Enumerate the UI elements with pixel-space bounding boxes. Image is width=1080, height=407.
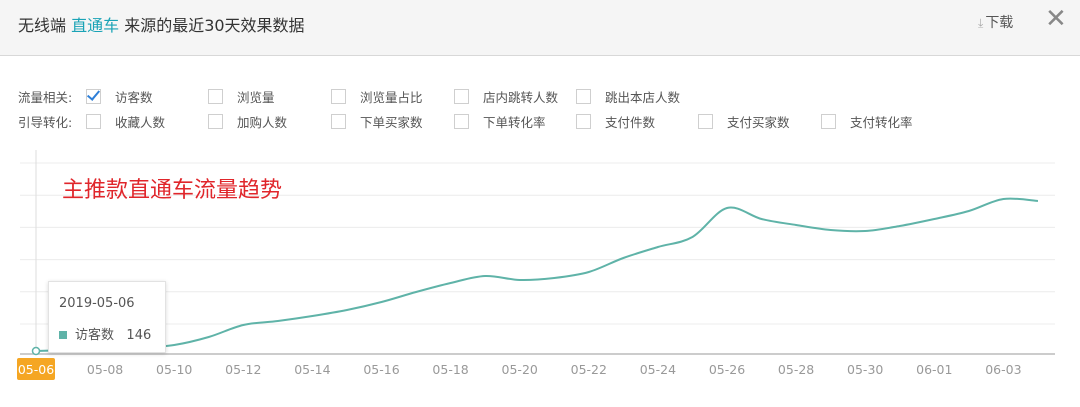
x-tick-label: 05-26 — [709, 362, 745, 377]
x-tick-label: 05-12 — [225, 362, 261, 377]
x-tick-label: 05-28 — [778, 362, 814, 377]
tooltip-series-name: 访客数 — [75, 328, 115, 343]
x-tick-label: 05-30 — [847, 362, 883, 377]
x-tick-label: 06-03 — [985, 362, 1021, 377]
x-tick-label: 05-22 — [571, 362, 607, 377]
x-tick-label: 05-20 — [502, 362, 538, 377]
tooltip-series: 访客数 146 — [59, 324, 151, 343]
chart-tooltip: 2019-05-06 访客数 146 — [48, 281, 166, 353]
series-swatch — [59, 331, 67, 339]
chart-annotation: 主推款直通车流量趋势 — [62, 178, 283, 203]
x-tick-label: 05-08 — [87, 362, 123, 377]
x-tick-label: 06-01 — [916, 362, 952, 377]
series-line-visitors — [35, 197, 1039, 352]
x-tick-label: 05-24 — [640, 362, 676, 377]
tooltip-value: 146 — [126, 328, 152, 343]
x-tick-label: 05-18 — [432, 362, 468, 377]
data-point — [31, 346, 41, 356]
x-tick-label: 05-06 — [18, 362, 54, 377]
x-tick-label: 05-16 — [363, 362, 399, 377]
x-tick-label: 05-14 — [294, 362, 330, 377]
tooltip-date: 2019-05-06 — [59, 296, 135, 311]
x-tick-label: 05-10 — [156, 362, 192, 377]
